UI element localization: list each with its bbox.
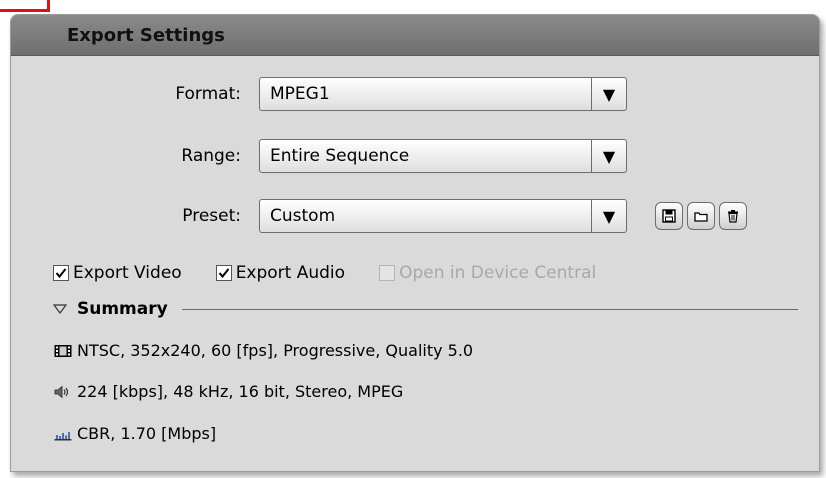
preset-row: Preset: Custom ▼ xyxy=(11,199,747,233)
film-icon xyxy=(53,343,73,359)
open-in-device-central-label: Open in Device Central xyxy=(399,263,597,283)
summary-title: Summary xyxy=(77,299,168,319)
summary-divider xyxy=(181,308,798,310)
export-settings-panel: Export Settings Format: MPEG1 ▼ Range: E… xyxy=(10,14,820,472)
checkbox-icon xyxy=(53,265,69,281)
summary-bitrate-row: CBR, 1.70 [Mbps] xyxy=(53,424,216,443)
dropdown-arrow-icon: ▼ xyxy=(591,78,626,110)
summary-video-row: NTSC, 352x240, 60 [fps], Progressive, Qu… xyxy=(53,341,473,360)
panel-title: Export Settings xyxy=(67,24,225,46)
delete-preset-icon xyxy=(728,210,738,223)
save-preset-icon xyxy=(662,209,676,223)
import-preset-button[interactable] xyxy=(687,202,715,230)
summary-header[interactable]: Summary xyxy=(53,299,798,319)
checkbox-icon xyxy=(379,265,396,281)
range-row: Range: Entire Sequence ▼ xyxy=(11,139,627,173)
format-row: Format: MPEG1 ▼ xyxy=(11,77,627,111)
format-label: Format: xyxy=(175,84,241,104)
import-preset-icon xyxy=(694,212,708,222)
summary-video-text: NTSC, 352x240, 60 [fps], Progressive, Qu… xyxy=(77,341,474,360)
delete-preset-button[interactable] xyxy=(719,202,747,230)
range-label: Range: xyxy=(181,146,241,166)
speaker-icon xyxy=(53,384,73,400)
export-audio-checkbox[interactable]: Export Audio xyxy=(215,263,346,283)
panel-header: Export Settings xyxy=(11,15,819,56)
dropdown-arrow-icon: ▼ xyxy=(591,140,626,172)
preset-value: Custom xyxy=(270,206,336,226)
selection-marker xyxy=(0,0,50,12)
checkbox-icon xyxy=(215,265,232,281)
disclosure-triangle-icon[interactable] xyxy=(53,304,67,314)
bitrate-chart-icon xyxy=(53,426,73,442)
export-audio-label: Export Audio xyxy=(235,263,346,283)
open-in-device-central-checkbox[interactable]: Open in Device Central xyxy=(379,263,596,283)
range-dropdown[interactable]: Entire Sequence ▼ xyxy=(259,139,627,173)
export-options: Export Video Export Audio Open in Device… xyxy=(53,263,630,283)
format-dropdown[interactable]: MPEG1 ▼ xyxy=(259,77,627,111)
export-video-label: Export Video xyxy=(73,263,182,283)
range-value: Entire Sequence xyxy=(270,146,410,166)
preset-dropdown[interactable]: Custom ▼ xyxy=(259,199,627,233)
dropdown-arrow-icon: ▼ xyxy=(591,200,626,232)
preset-buttons xyxy=(651,202,747,230)
export-video-checkbox[interactable]: Export Video xyxy=(53,263,182,283)
save-preset-button[interactable] xyxy=(655,202,683,230)
summary-audio-row: 224 [kbps], 48 kHz, 16 bit, Stereo, MPEG xyxy=(53,382,403,401)
format-value: MPEG1 xyxy=(270,84,330,104)
summary-bitrate-text: CBR, 1.70 [Mbps] xyxy=(77,424,217,443)
preset-label: Preset: xyxy=(182,206,241,226)
summary-audio-text: 224 [kbps], 48 kHz, 16 bit, Stereo, MPEG xyxy=(77,382,404,401)
